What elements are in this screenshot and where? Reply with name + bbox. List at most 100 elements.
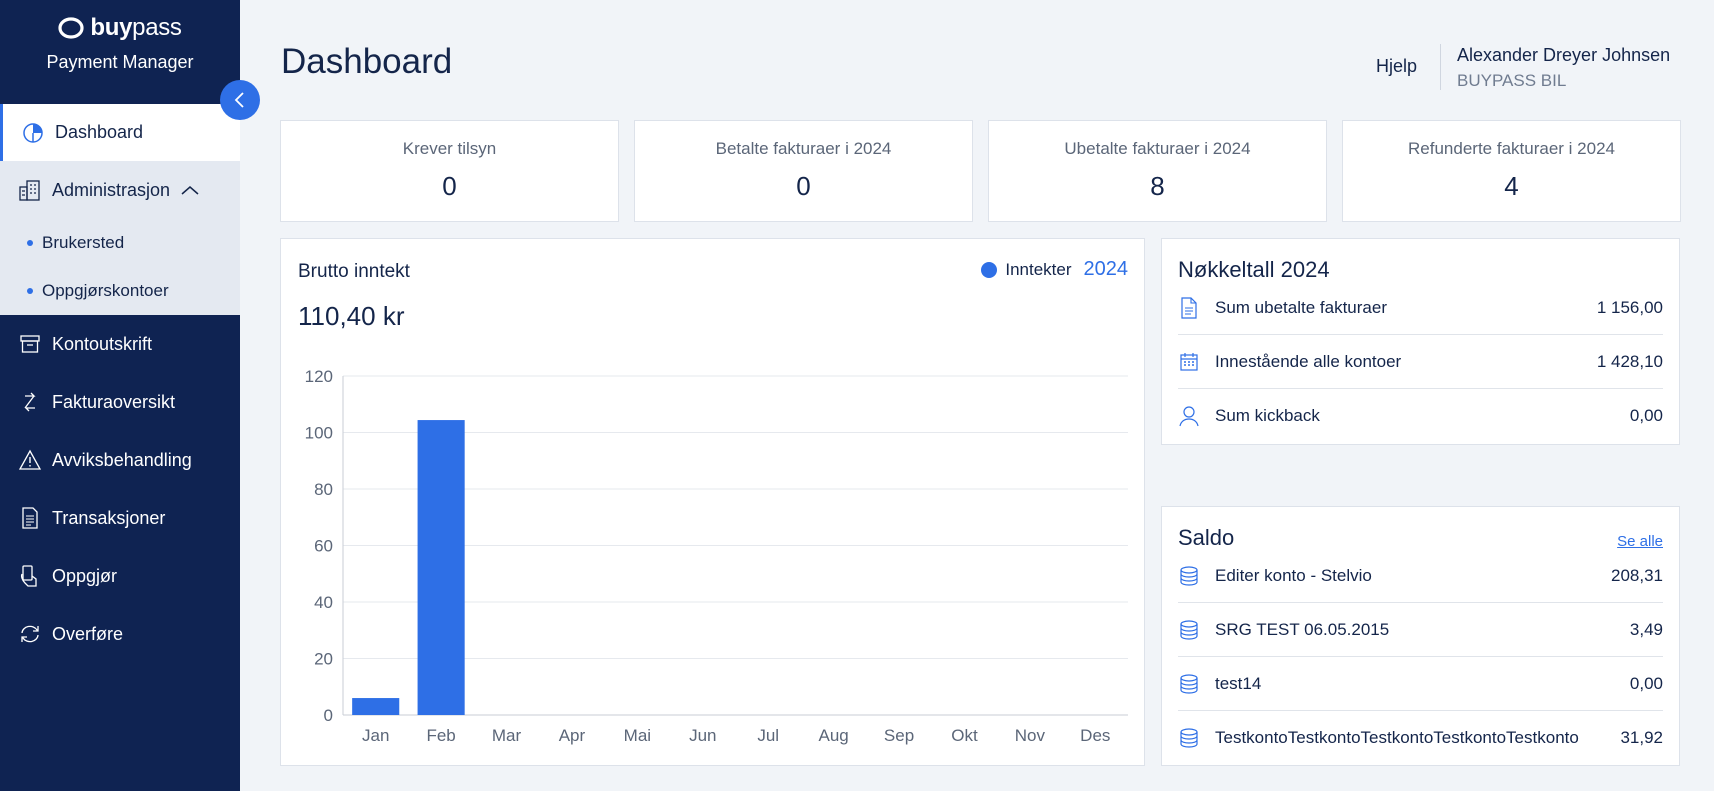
document-icon — [1178, 296, 1200, 319]
key-figure-row: Sum ubetalte fakturaer 1 156,00 — [1178, 281, 1663, 335]
x-tick-label: Nov — [1015, 726, 1046, 745]
nav-label-transaksjoner: Transaksjoner — [52, 507, 166, 528]
balance-row[interactable]: TestkontoTestkontoTestkontoTestkontoTest… — [1178, 711, 1663, 765]
hand-card-icon — [17, 563, 43, 589]
main-nav: Dashboard Administrasjon Brukersted Oppg… — [0, 104, 240, 663]
balance-account-name: test14 — [1215, 673, 1262, 693]
balance-amount: 0,00 — [1629, 673, 1663, 693]
logo-thin: pass — [132, 14, 182, 41]
stat-card-ubetalte-fakturaer[interactable]: Ubetalte fakturaer i 2024 8 — [988, 120, 1327, 222]
coins-icon — [1178, 673, 1200, 695]
stat-label: Ubetalte fakturaer i 2024 — [1064, 139, 1251, 158]
balance-amount: 208,31 — [1611, 565, 1663, 585]
y-tick-label: 60 — [314, 537, 333, 556]
nav-item-administrasjon[interactable]: Administrasjon — [0, 161, 240, 219]
x-tick-label: Mar — [492, 726, 522, 745]
y-tick-label: 40 — [314, 593, 333, 612]
nav-item-transaksjoner[interactable]: Transaksjoner — [0, 489, 240, 547]
help-link[interactable]: Hjelp — [1376, 56, 1417, 77]
key-figure-label: Sum kickback — [1215, 406, 1320, 425]
nav-item-fakturaoversikt[interactable]: Fakturaoversikt — [0, 373, 240, 431]
x-tick-label: Jun — [689, 726, 716, 745]
revenue-chart-card: Brutto inntekt 110,40 kr Inntekter 2024 … — [280, 238, 1145, 766]
y-tick-label: 120 — [305, 367, 333, 386]
y-tick-label: 80 — [314, 480, 333, 499]
stat-card-krever-tilsyn[interactable]: Krever tilsyn 0 — [280, 120, 619, 222]
bullet-icon — [27, 288, 33, 294]
stat-label: Refunderte fakturaer i 2024 — [1408, 139, 1615, 158]
y-tick-label: 20 — [314, 650, 333, 669]
x-tick-label: Sep — [884, 726, 914, 745]
chevron-left-icon — [234, 92, 244, 108]
nav-item-dashboard[interactable]: Dashboard — [0, 104, 240, 161]
nav-item-overfore[interactable]: Overføre — [0, 605, 240, 663]
x-tick-label: Des — [1080, 726, 1110, 745]
x-tick-label: Jul — [757, 726, 779, 745]
balance-amount: 31,92 — [1620, 728, 1663, 747]
nav-item-oppgjor[interactable]: Oppgjør — [0, 547, 240, 605]
nav-label-dashboard: Dashboard — [55, 122, 144, 142]
stat-label: Betalte fakturaer i 2024 — [715, 139, 892, 158]
chevron-up-icon — [181, 186, 199, 195]
bar-feb — [417, 420, 465, 715]
balance-title: Saldo — [1178, 525, 1235, 550]
user-name: Alexander Dreyer Johnsen — [1457, 45, 1671, 65]
balance-account-name: Editer konto - Stelvio — [1215, 565, 1372, 585]
buypass-logo[interactable]: buypass — [0, 14, 240, 42]
x-tick-label: Jan — [362, 726, 389, 745]
header-divider — [1440, 44, 1441, 90]
building-icon — [17, 177, 43, 203]
stat-card-refunderte-fakturaer[interactable]: Refunderte fakturaer i 2024 4 — [1342, 120, 1681, 222]
x-tick-label: Mai — [624, 726, 651, 745]
bullet-icon — [27, 240, 33, 246]
key-figure-row: Sum kickback 0,00 — [1178, 389, 1663, 443]
coins-icon — [1178, 619, 1200, 641]
nav-label-overfore: Overføre — [52, 623, 124, 644]
warning-icon — [17, 447, 43, 473]
x-tick-label: Aug — [819, 726, 849, 745]
key-figure-value: 0,00 — [1629, 406, 1663, 425]
nav-sub-oppgjorskontoer[interactable]: Oppgjørskontoer — [0, 267, 240, 315]
key-figures-panel: Nøkkeltall 2024 Sum ubetalte fakturaer 1… — [1161, 238, 1680, 445]
balance-amount: 3,49 — [1629, 619, 1663, 639]
balance-account-name: SRG TEST 06.05.2015 — [1215, 619, 1390, 639]
coins-icon — [1178, 565, 1200, 587]
nav-label-fakturaoversikt: Fakturaoversikt — [52, 391, 176, 412]
y-tick-label: 0 — [324, 706, 333, 725]
x-tick-label: Apr — [559, 726, 586, 745]
key-figure-label: Innestående alle kontoer — [1215, 351, 1402, 371]
page-title: Dashboard — [281, 42, 453, 81]
balance-row[interactable]: SRG TEST 06.05.2015 3,49 — [1178, 603, 1663, 657]
balance-row[interactable]: test14 0,00 — [1178, 657, 1663, 711]
nav-group-administrasjon: Administrasjon Brukersted Oppgjørskontoe… — [0, 161, 240, 315]
nav-label-kontoutskrift: Kontoutskrift — [52, 333, 153, 354]
stat-value: 0 — [442, 171, 457, 201]
stat-card-betalte-fakturaer[interactable]: Betalte fakturaer i 2024 0 — [634, 120, 973, 222]
coins-icon — [1178, 727, 1200, 749]
nav-label-avviksbehandling: Avviksbehandling — [52, 449, 192, 470]
pie-chart-icon — [20, 120, 46, 146]
nav-item-avviksbehandling[interactable]: Avviksbehandling — [0, 431, 240, 489]
stat-value: 4 — [1504, 171, 1519, 201]
see-all-link[interactable]: Se alle — [1617, 533, 1663, 550]
nav-item-kontoutskrift[interactable]: Kontoutskrift — [0, 315, 240, 373]
key-figure-value: 1 428,10 — [1596, 351, 1663, 371]
logo-bold: buy — [90, 14, 133, 41]
stat-value: 8 — [1150, 171, 1165, 201]
nav-label-oppgjorskontoer: Oppgjørskontoer — [42, 281, 169, 300]
refresh-arrows-icon — [17, 621, 43, 647]
nav-sub-brukersted[interactable]: Brukersted — [0, 219, 240, 267]
x-tick-label: Feb — [426, 726, 455, 745]
calendar-icon — [1178, 351, 1200, 373]
collapse-sidebar-button[interactable] — [220, 80, 260, 120]
user-menu[interactable]: Alexander Dreyer Johnsen BUYPASS BIL — [1457, 45, 1670, 91]
archive-icon — [17, 331, 43, 357]
nav-label-administrasjon: Administrasjon — [52, 179, 171, 200]
y-tick-label: 100 — [305, 424, 333, 443]
balance-row[interactable]: Editer konto - Stelvio 208,31 — [1178, 549, 1663, 603]
sidebar: buypass Payment Manager Dashboard Admini… — [0, 0, 260, 791]
buypass-logo-icon — [58, 17, 84, 39]
nav-label-oppgjor: Oppgjør — [52, 565, 118, 586]
document-list-icon — [17, 505, 43, 531]
nav-label-brukersted: Brukersted — [42, 233, 125, 252]
